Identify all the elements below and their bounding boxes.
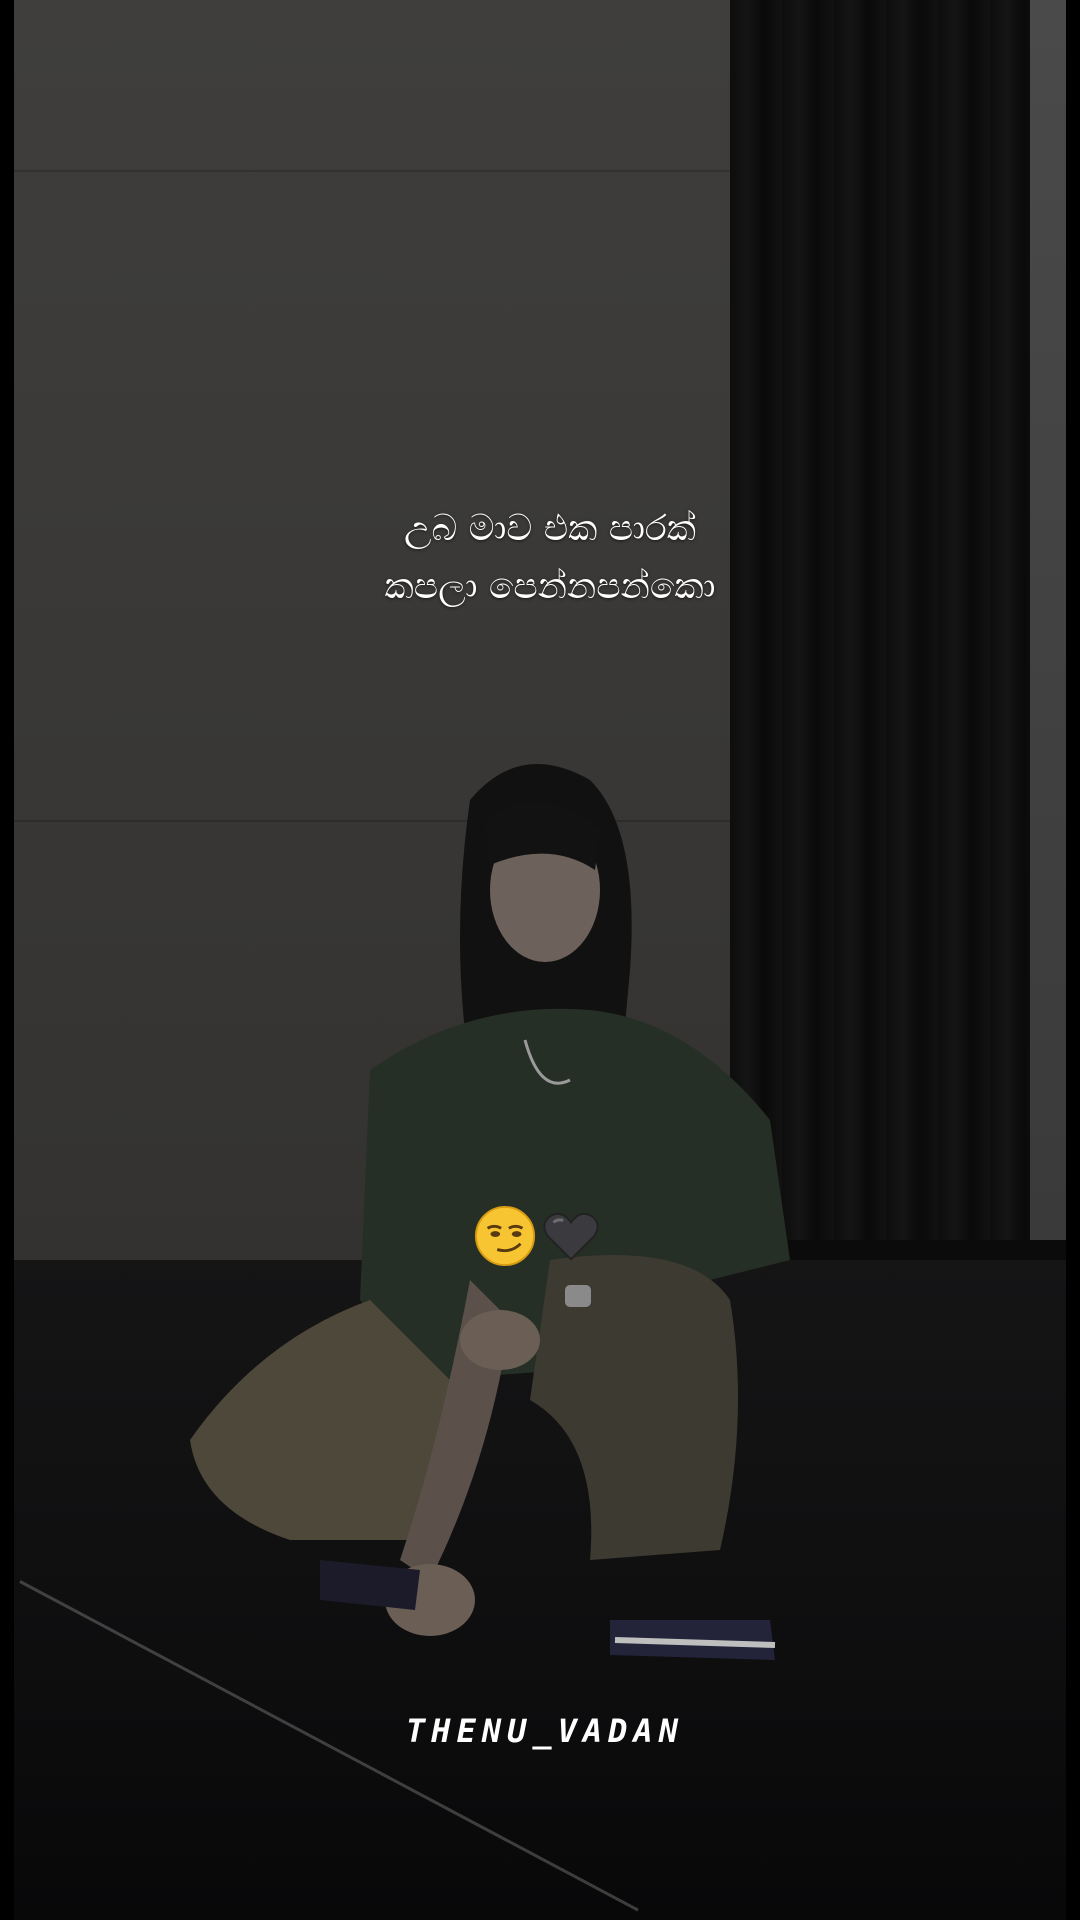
wall-panel-line (14, 170, 774, 172)
emoji-row (474, 1205, 602, 1267)
caption-line-2: කපලා පෙන්නපන්කො (384, 566, 716, 607)
song-lyrics-caption: උබ මාව එක පාරක් කපලා පෙන්නපන්කො (340, 500, 760, 616)
black-heart-icon (543, 1212, 599, 1261)
creator-watermark: THENU_VADAN (406, 1712, 684, 1750)
left-letterbox-border (0, 0, 14, 1920)
window-strip (1030, 0, 1066, 1240)
video-frame: උබ මාව එක පාරක් කපලා පෙන්නපන්කො THENU_VA… (0, 0, 1080, 1920)
smirking-face-icon (474, 1205, 536, 1267)
caption-line-1: උබ මාව එක පාරක් (404, 508, 696, 549)
right-letterbox-border (1066, 0, 1080, 1920)
